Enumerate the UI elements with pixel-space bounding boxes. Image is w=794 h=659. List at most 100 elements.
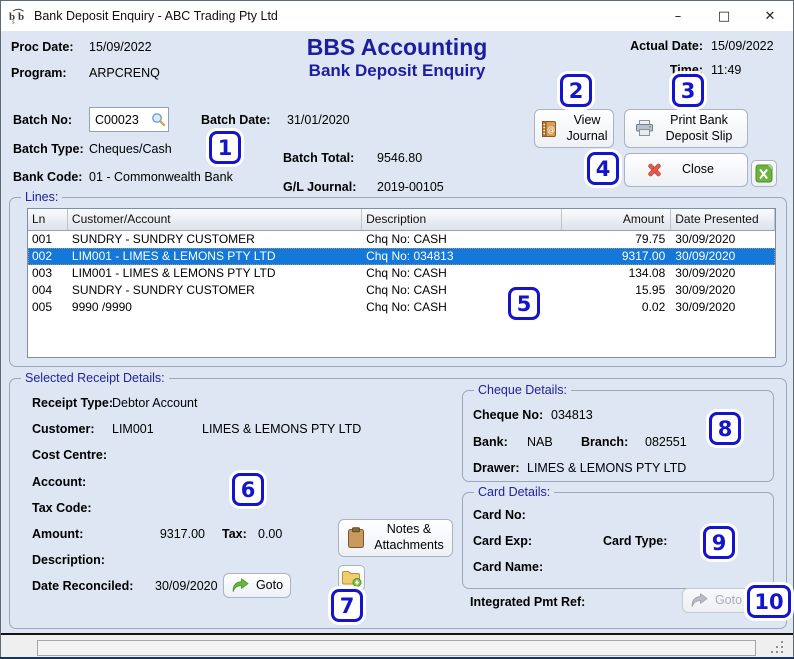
cheque-no-value: 034813 — [551, 408, 593, 422]
view-journal-button[interactable]: @ View Journal — [534, 109, 614, 148]
excel-icon — [755, 164, 773, 183]
callout-4: 4 — [587, 152, 619, 185]
status-bar — [1, 633, 793, 657]
card-type-label: Card Type: — [603, 534, 668, 548]
date-reconciled-label: Date Reconciled: — [32, 579, 134, 593]
app-title: BBS Accounting — [306, 34, 488, 60]
callout-5: 5 — [508, 287, 540, 320]
resize-grip[interactable] — [781, 641, 783, 643]
table-row[interactable]: 004 SUNDRY - SUNDRY CUSTOMER Chq No: CAS… — [28, 282, 775, 299]
journal-icon: @ — [542, 120, 556, 137]
table-row-selected[interactable]: 002 LIM001 - LIMES & LEMONS PTY LTD Chq … — [28, 248, 775, 265]
goto-reconciled-button[interactable]: Goto — [223, 573, 291, 598]
goto-arrow-disabled-icon — [691, 593, 708, 607]
col-date-presented: Date Presented — [671, 209, 775, 230]
cell-ln: 005 — [32, 300, 53, 314]
goto-label: Goto — [255, 577, 284, 592]
batch-date-label: Batch Date: — [201, 113, 271, 127]
batch-total-label: Batch Total: — [283, 151, 355, 165]
cell-amount: 15.95 — [635, 283, 666, 297]
printer-icon — [636, 120, 653, 136]
cost-centre-label: Cost Centre: — [32, 448, 108, 462]
cell-customer: LIM001 - LIMES & LEMONS PTY LTD — [71, 249, 276, 263]
batch-no-label: Batch No: — [13, 113, 73, 127]
cell-description: Chq No: 034813 — [366, 249, 454, 263]
cell-description: Chq No: CASH — [366, 232, 447, 246]
date-time-info: Actual Date: 15/09/2022 Time: 11:49 — [630, 39, 783, 77]
table-row[interactable]: 005 9990 /9990 Chq No: CASH 0.02 30/09/2… — [28, 299, 775, 316]
status-message-field — [37, 640, 756, 656]
tax-label: Tax: — [222, 527, 247, 541]
cheque-details-legend: Cheque Details: — [474, 383, 571, 397]
gl-journal-label: G/L Journal: — [283, 180, 357, 194]
callout-1: 1 — [209, 131, 241, 164]
proc-date-value: 15/09/2022 — [89, 40, 152, 54]
cell-ln: 002 — [32, 249, 53, 263]
receipt-type-label: Receipt Type: — [32, 396, 114, 410]
integrated-pmt-ref-label: Integrated Pmt Ref: — [470, 595, 586, 609]
batch-total-value: 9546.80 — [377, 151, 423, 165]
tax-value: 0.00 — [258, 527, 283, 541]
add-attachment-button[interactable] — [338, 565, 365, 591]
maximize-button[interactable]: □ — [701, 1, 747, 31]
batch-date-value: 31/01/2020 — [287, 113, 350, 127]
goto-integrated-button[interactable]: Goto — [682, 588, 750, 613]
col-description: Description — [362, 209, 562, 230]
cheque-no-label: Cheque No: — [473, 408, 544, 422]
description-label: Description: — [32, 553, 105, 567]
time-value: 11:49 — [711, 63, 742, 77]
callout-7: 7 — [331, 589, 363, 622]
drawer-label: Drawer: — [473, 461, 520, 475]
col-ln: Ln — [28, 209, 68, 230]
bank-label: Bank: — [473, 435, 508, 449]
svg-text:@: @ — [547, 125, 555, 134]
bank-value: NAB — [527, 435, 553, 449]
callout-6: 6 — [232, 473, 264, 506]
callout-2: 2 — [560, 74, 592, 107]
cell-description: Chq No: CASH — [366, 266, 447, 280]
account-label: Account: — [32, 475, 87, 489]
col-customer: Customer/Account — [68, 209, 363, 230]
minimize-button[interactable]: – — [655, 1, 701, 31]
lines-group: Lines: Ln Customer/Account Description A… — [9, 190, 787, 367]
cell-date: 30/09/2020 — [675, 266, 736, 280]
cell-amount: 0.02 — [641, 300, 666, 314]
drawer-value: LIMES & LEMONS PTY LTD — [527, 461, 687, 475]
table-header: Ln Customer/Account Description Amount D… — [28, 209, 775, 231]
cell-ln: 001 — [32, 232, 53, 246]
callout-9: 9 — [703, 526, 735, 559]
notes-attachments-button[interactable]: Notes & Attachments — [338, 519, 453, 557]
app-logo-icon: b b s — [9, 8, 24, 24]
folder-add-icon — [341, 570, 361, 587]
close-window-button[interactable]: ✕ — [747, 1, 793, 31]
table-row[interactable]: 001 SUNDRY - SUNDRY CUSTOMER Chq No: CAS… — [28, 231, 775, 248]
clipboard-icon — [348, 527, 364, 548]
batch-no-field[interactable] — [89, 107, 169, 132]
card-name-label: Card Name: — [473, 560, 544, 574]
search-icon[interactable] — [151, 112, 166, 127]
batch-no-input[interactable] — [95, 112, 143, 127]
cell-ln: 004 — [32, 283, 53, 297]
callout-8: 8 — [709, 412, 741, 445]
cell-date: 30/09/2020 — [675, 232, 736, 246]
print-deposit-slip-label: Print Bank Deposit Slip — [665, 112, 733, 143]
cell-date: 30/09/2020 — [675, 300, 736, 314]
amount-value: 9317.00 — [159, 527, 205, 541]
goto-arrow-icon — [232, 578, 249, 592]
receipt-details-legend: Selected Receipt Details: — [21, 371, 169, 385]
gl-journal-value: 2019-00105 — [377, 180, 444, 194]
export-excel-button[interactable] — [751, 160, 777, 187]
receipt-type-value: Debtor Account — [112, 396, 198, 410]
table-row[interactable]: 003 LIM001 - LIMES & LEMONS PTY LTD Chq … — [28, 265, 775, 282]
cell-date: 30/09/2020 — [675, 283, 736, 297]
branch-label: Branch: — [581, 435, 629, 449]
close-button[interactable]: Close — [624, 153, 748, 187]
customer-label: Customer: — [32, 422, 95, 436]
view-journal-label: View Journal — [566, 112, 608, 143]
tax-code-label: Tax Code: — [32, 501, 92, 515]
print-deposit-slip-button[interactable]: Print Bank Deposit Slip — [624, 109, 748, 148]
program-value: ARPCRENQ — [89, 66, 160, 80]
bank-code-value: 01 - Commonwealth Bank — [89, 170, 233, 184]
close-label: Close — [682, 162, 714, 177]
cell-amount: 134.08 — [628, 266, 666, 280]
